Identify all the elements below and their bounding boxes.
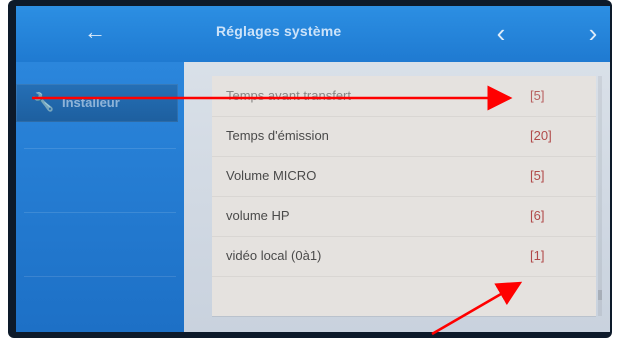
sidebar-divider <box>24 212 176 213</box>
back-button[interactable]: ← <box>78 18 112 46</box>
setting-value[interactable]: [5] <box>530 88 544 103</box>
setting-row-volume-hp[interactable]: volume HP [6] <box>212 196 596 237</box>
sidebar-divider <box>24 276 176 277</box>
setting-label: Temps avant transfert <box>226 88 351 103</box>
setting-value[interactable]: [1] <box>530 248 544 263</box>
setting-value[interactable]: [20] <box>530 128 552 143</box>
setting-label: Temps d'émission <box>226 128 329 143</box>
chevron-left-icon: ‹ <box>496 18 506 48</box>
setting-row-temps-avant-transfert[interactable]: Temps avant transfert [5] <box>212 76 596 117</box>
setting-value[interactable]: [5] <box>530 168 544 183</box>
settings-panel: Temps avant transfert [5] Temps d'émissi… <box>184 62 610 332</box>
page-title: Réglages système <box>216 23 342 39</box>
wrench-icon: 🔧 <box>32 92 55 112</box>
setting-label: Volume MICRO <box>226 168 317 183</box>
setting-row-volume-micro[interactable]: Volume MICRO [5] <box>212 156 596 197</box>
setting-label: volume HP <box>226 208 290 223</box>
sidebar-divider <box>24 148 176 149</box>
setting-row-temps-emission[interactable]: Temps d'émission [20] <box>212 116 596 157</box>
setting-label: vidéo local (0à1) <box>226 248 322 263</box>
scrollbar-thumb[interactable] <box>598 290 602 300</box>
settings-scrollbar[interactable] <box>598 76 602 316</box>
setting-row-video-local[interactable]: vidéo local (0à1) [1] <box>212 236 596 277</box>
arrow-left-icon: ← <box>84 19 106 44</box>
next-page-button[interactable]: › <box>576 16 610 50</box>
settings-list: Temps avant transfert [5] Temps d'émissi… <box>212 76 596 316</box>
setting-value[interactable]: [6] <box>530 208 544 223</box>
chevron-right-icon: › <box>588 18 598 48</box>
sidebar-item-label: Installeur <box>62 95 120 110</box>
previous-page-button[interactable]: ‹ <box>484 16 518 50</box>
top-bar: ← Réglages système ‹ › <box>16 6 610 62</box>
device-screen: ← Réglages système ‹ › 🔧 Installeur Temp… <box>16 6 610 332</box>
sidebar-item-installeur[interactable]: 🔧 Installeur <box>16 84 178 122</box>
sidebar: 🔧 Installeur <box>16 62 184 332</box>
